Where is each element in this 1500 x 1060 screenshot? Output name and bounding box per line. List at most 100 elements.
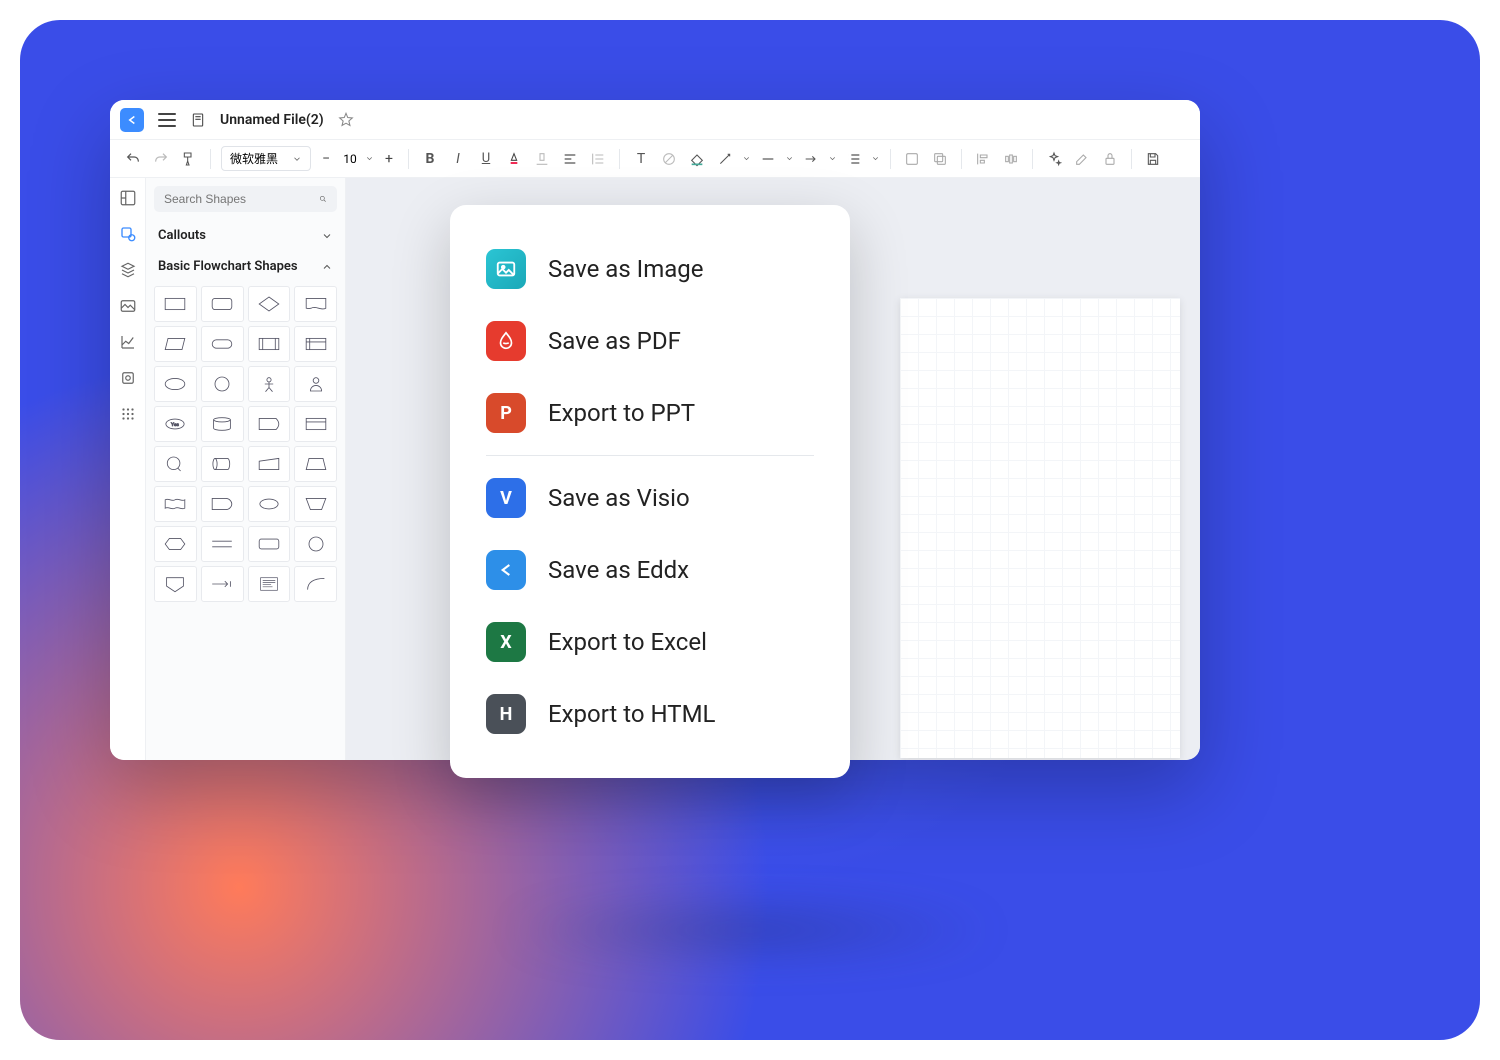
export-to-excel[interactable]: X Export to Excel xyxy=(486,606,814,678)
shape-arrow[interactable] xyxy=(201,566,244,602)
shape-ellipse[interactable] xyxy=(154,366,197,402)
shape-predefined[interactable] xyxy=(248,326,291,362)
shape-stadium[interactable] xyxy=(201,326,244,362)
toolbar-separator xyxy=(210,149,211,169)
copy-button[interactable] xyxy=(929,148,951,170)
font-size-increase[interactable]: + xyxy=(380,150,398,168)
chevron-down-icon[interactable] xyxy=(365,154,374,163)
rail-layout-icon[interactable] xyxy=(118,188,138,208)
chevron-down-icon[interactable] xyxy=(871,154,880,163)
shape-card[interactable] xyxy=(294,406,337,442)
chevron-down-icon[interactable] xyxy=(742,154,751,163)
export-to-ppt[interactable]: P Export to PPT xyxy=(486,377,814,449)
shape-rounded-rect2[interactable] xyxy=(248,526,291,562)
shape-note[interactable] xyxy=(248,566,291,602)
export-save-as-eddx[interactable]: Save as Eddx xyxy=(486,534,814,606)
shape-cylinder[interactable] xyxy=(201,406,244,442)
line-spacing-button[interactable] xyxy=(587,148,609,170)
shape-circle2[interactable] xyxy=(294,526,337,562)
category-flowchart[interactable]: Basic Flowchart Shapes xyxy=(154,251,337,282)
favorite-star-icon[interactable] xyxy=(338,112,354,128)
shape-hexagon[interactable] xyxy=(154,526,197,562)
shape-bullet[interactable] xyxy=(201,486,244,522)
shape-parallel-lines[interactable] xyxy=(201,526,244,562)
rail-shapes-icon[interactable] xyxy=(118,224,138,244)
highlight-button[interactable] xyxy=(531,148,553,170)
lock-button[interactable] xyxy=(1099,148,1121,170)
fill-color-button[interactable] xyxy=(686,148,708,170)
align-button[interactable] xyxy=(559,148,581,170)
connector-button[interactable] xyxy=(714,148,736,170)
align-left-button[interactable] xyxy=(972,148,994,170)
line-style-button[interactable] xyxy=(757,148,779,170)
shape-rectangle[interactable] xyxy=(154,286,197,322)
distribute-button[interactable] xyxy=(1000,148,1022,170)
list-button[interactable] xyxy=(843,148,865,170)
shape-trapezoid2[interactable] xyxy=(294,486,337,522)
export-save-as-image[interactable]: Save as Image xyxy=(486,233,814,305)
shape-rounded-rect[interactable] xyxy=(201,286,244,322)
rail-grid-icon[interactable] xyxy=(118,404,138,424)
window-shadow xyxy=(500,900,1000,960)
edit-button[interactable] xyxy=(1071,148,1093,170)
font-size-decrease[interactable]: − xyxy=(317,150,335,168)
shape-person[interactable] xyxy=(294,366,337,402)
rail-library-icon[interactable] xyxy=(118,260,138,280)
arrow-style-button[interactable] xyxy=(800,148,822,170)
rail-image-icon[interactable] xyxy=(118,296,138,316)
no-fill-button[interactable] xyxy=(658,148,680,170)
underline-button[interactable]: U xyxy=(475,148,497,170)
shape-arc[interactable] xyxy=(294,566,337,602)
ppt-icon: P xyxy=(486,393,526,433)
html-icon: H xyxy=(486,694,526,734)
menu-icon[interactable] xyxy=(158,113,176,127)
save-button[interactable] xyxy=(1142,148,1164,170)
export-save-as-pdf[interactable]: Save as PDF xyxy=(486,305,814,377)
export-label: Save as PDF xyxy=(548,327,681,355)
export-label: Export to Excel xyxy=(548,628,707,656)
format-painter-button[interactable] xyxy=(178,148,200,170)
shape-actor[interactable] xyxy=(248,366,291,402)
export-label: Save as Visio xyxy=(548,484,690,512)
text-tool-button[interactable]: T xyxy=(630,148,652,170)
rail-component-icon[interactable] xyxy=(118,368,138,388)
shape-parallelogram[interactable] xyxy=(154,326,197,362)
shape-wave[interactable] xyxy=(154,486,197,522)
shape-diamond[interactable] xyxy=(248,286,291,322)
shape-document[interactable] xyxy=(294,286,337,322)
italic-button[interactable]: I xyxy=(447,148,469,170)
chevron-down-icon[interactable] xyxy=(828,154,837,163)
rail-chart-icon[interactable] xyxy=(118,332,138,352)
redo-button[interactable] xyxy=(150,148,172,170)
export-to-html[interactable]: H Export to HTML xyxy=(486,678,814,750)
export-save-as-visio[interactable]: V Save as Visio xyxy=(486,462,814,534)
category-label: Basic Flowchart Shapes xyxy=(158,259,298,274)
shape-manual-input[interactable] xyxy=(248,446,291,482)
undo-button[interactable] xyxy=(122,148,144,170)
toolbar-separator xyxy=(408,149,409,169)
bold-button[interactable]: B xyxy=(419,148,441,170)
shape-lens[interactable] xyxy=(248,486,291,522)
chevron-down-icon[interactable] xyxy=(785,154,794,163)
eddx-icon xyxy=(486,550,526,590)
font-size-control: − 10 + xyxy=(317,150,398,168)
visio-icon: V xyxy=(486,478,526,518)
export-label: Export to HTML xyxy=(548,700,715,728)
shape-internal-storage[interactable] xyxy=(294,326,337,362)
effects-button[interactable] xyxy=(1043,148,1065,170)
shape-button[interactable] xyxy=(901,148,923,170)
search-input[interactable] xyxy=(164,192,319,206)
shape-circle[interactable] xyxy=(201,366,244,402)
shape-trapezoid[interactable] xyxy=(294,446,337,482)
shape-cylinder-h[interactable] xyxy=(201,446,244,482)
shape-display[interactable] xyxy=(248,406,291,442)
search-shapes-box[interactable] xyxy=(154,186,337,212)
font-color-button[interactable] xyxy=(503,148,525,170)
font-family-select[interactable]: 微软雅黑 xyxy=(221,146,311,171)
shape-comment[interactable] xyxy=(154,446,197,482)
app-logo[interactable] xyxy=(120,108,144,132)
category-callouts[interactable]: Callouts xyxy=(154,220,337,251)
canvas-page[interactable] xyxy=(900,298,1180,758)
shape-yes[interactable]: Yes xyxy=(154,406,197,442)
shape-offpage[interactable] xyxy=(154,566,197,602)
